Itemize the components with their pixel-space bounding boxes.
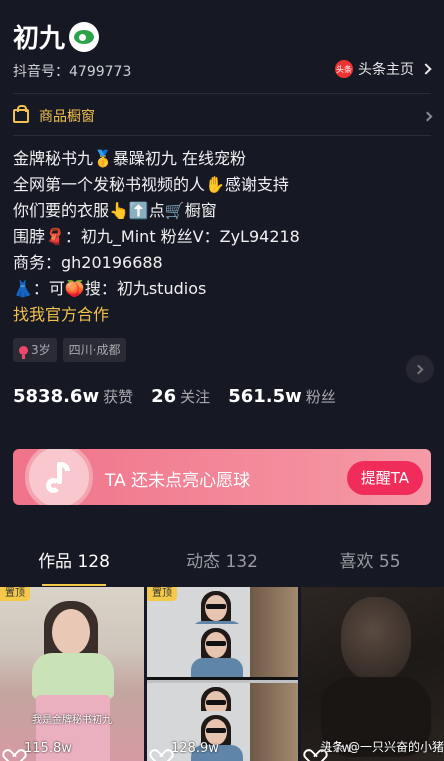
followers-label: 粉丝: [305, 388, 336, 406]
watermark: 头条 @一只兴奋的小猪: [320, 740, 444, 754]
following-label: 关注: [180, 388, 211, 406]
toutiao-logo-icon: 头条: [335, 60, 353, 78]
tab-likes[interactable]: 喜欢 55: [296, 540, 444, 588]
video-likes: 128.9w: [153, 741, 219, 756]
divider: [13, 135, 431, 136]
following-stat[interactable]: 26 关注: [151, 386, 210, 407]
profile-bio: 金牌秘书九🥇暴躁初九 在线宠粉 全网第一个发秘书视频的人✋感谢支持 你们要的衣服…: [13, 146, 433, 328]
heart-icon: [6, 743, 19, 755]
pinned-badge: 置顶: [147, 587, 177, 601]
profile-name: 初九: [13, 18, 100, 55]
chevron-right-icon: [413, 364, 424, 374]
video-likes-count: 128.9w: [171, 741, 219, 756]
bio-line: 全网第一个发秘书视频的人✋感谢支持: [13, 175, 289, 194]
chevron-right-icon: [422, 111, 433, 121]
profile-stats: 5838.6w 获赞 26 关注 561.5w 粉丝: [13, 386, 354, 407]
video-thumbnail[interactable]: 置顶 我是金牌秘书初九 115.8w: [0, 587, 144, 761]
heart-icon: [153, 743, 166, 755]
likes-count: 5838.6w: [13, 386, 100, 407]
official-collab-link[interactable]: 找我官方合作: [13, 302, 433, 328]
followers-count: 561.5w: [228, 386, 302, 407]
video-likes-count: 115.8w: [24, 741, 72, 756]
toutiao-homepage-label: 头条主页: [358, 62, 414, 78]
expand-more-button[interactable]: [406, 355, 434, 383]
remind-button[interactable]: 提醒TA: [346, 461, 423, 495]
tab-works[interactable]: 作品 128: [0, 540, 148, 588]
wish-ball-text: TA 还未点亮心愿球: [105, 471, 251, 491]
video-thumbnail[interactable]: 17w 头条 @一只兴奋的小猪: [301, 587, 444, 761]
video-thumbnail[interactable]: 置顶 128.9w: [147, 587, 298, 761]
female-icon: [19, 345, 28, 359]
pinned-badge: 置顶: [0, 587, 30, 601]
following-count: 26: [151, 386, 177, 407]
product-showcase-label: 商品橱窗: [39, 109, 95, 125]
douyin-id: 抖音号：4799773: [13, 64, 132, 80]
likes-stat: 5838.6w 获赞: [13, 386, 133, 407]
toutiao-homepage-link[interactable]: 头条 头条主页: [335, 59, 432, 79]
age-tag: 3岁: [13, 338, 57, 362]
bio-line: 围脖🧣：初九_Mint 粉丝V：ZyL94218: [13, 227, 300, 246]
douyin-logo-icon: [25, 449, 93, 505]
verified-badge-icon: [69, 21, 100, 52]
profile-name-text: 初九: [13, 24, 66, 54]
divider: [13, 93, 431, 94]
location-tag: 四川·成都: [62, 338, 127, 362]
shopping-bag-icon: [13, 105, 29, 123]
video-caption: 我是金牌秘书初九: [32, 715, 112, 726]
age-label: 3岁: [31, 343, 51, 357]
chevron-right-icon: [420, 63, 432, 75]
heart-icon: [307, 743, 320, 755]
content-tabs: 作品 128 动态 132 喜欢 55: [0, 540, 444, 588]
video-likes: 115.8w: [6, 741, 72, 756]
bio-line: 你们要的衣服👆⬆️点🛒橱窗: [13, 201, 217, 220]
tab-posts[interactable]: 动态 132: [148, 540, 296, 588]
video-grid: 置顶 我是金牌秘书初九 115.8w 置顶 128.9w 17w 头条 @一只兴…: [0, 587, 444, 761]
bio-line: 金牌秘书九🥇暴躁初九 在线宠粉: [13, 149, 247, 168]
bio-line: 商务：gh20196688: [13, 253, 163, 272]
product-showcase-link[interactable]: 商品橱窗: [13, 101, 433, 131]
followers-stat[interactable]: 561.5w 粉丝: [228, 386, 336, 407]
wish-ball-banner: TA 还未点亮心愿球 提醒TA: [13, 449, 431, 505]
bio-line: 👗：可🍑搜：初九studios: [13, 279, 207, 298]
likes-label: 获赞: [103, 388, 134, 406]
profile-tags: 3岁 四川·成都: [13, 338, 127, 362]
